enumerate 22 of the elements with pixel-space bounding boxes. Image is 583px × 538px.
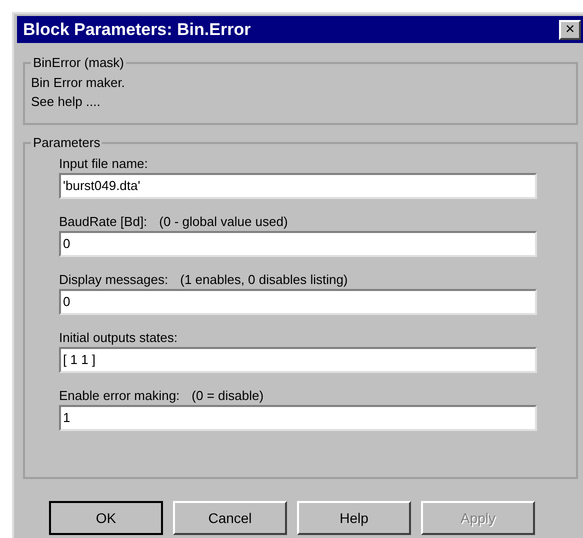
input-field[interactable]: 1	[59, 404, 537, 430]
input-field[interactable]: 0	[59, 288, 537, 314]
dialog-button[interactable]: Cancel	[173, 501, 287, 535]
window-title: Block Parameters: Bin.Error	[23, 18, 251, 41]
description-text: Bin Error maker.	[31, 74, 126, 92]
field-label: Enable error making:	[59, 386, 180, 404]
dialog-button[interactable]: OK	[49, 501, 163, 535]
input-field[interactable]: [ 1 1 ]	[59, 346, 537, 372]
input-field[interactable]: 0	[59, 230, 537, 256]
group-title: Parameters	[32, 134, 102, 152]
group-title: BinError (mask)	[32, 54, 126, 72]
field-hint: (0 = disable)	[192, 386, 264, 404]
field-label: Input file name:	[59, 154, 148, 172]
description-text: See help ....	[31, 92, 102, 110]
close-button[interactable]: ×	[559, 20, 581, 40]
field-hint: (0 - global value used)	[159, 212, 288, 230]
field-hint: (1 enables, 0 disables listing)	[180, 270, 348, 288]
dialog-button[interactable]: Help	[297, 501, 411, 535]
field-label: BaudRate [Bd]:	[59, 212, 148, 230]
field-label: Display messages:	[59, 270, 168, 288]
input-field[interactable]: 'burst049.dta'	[59, 172, 537, 198]
field-label: Initial outputs states:	[59, 328, 178, 346]
